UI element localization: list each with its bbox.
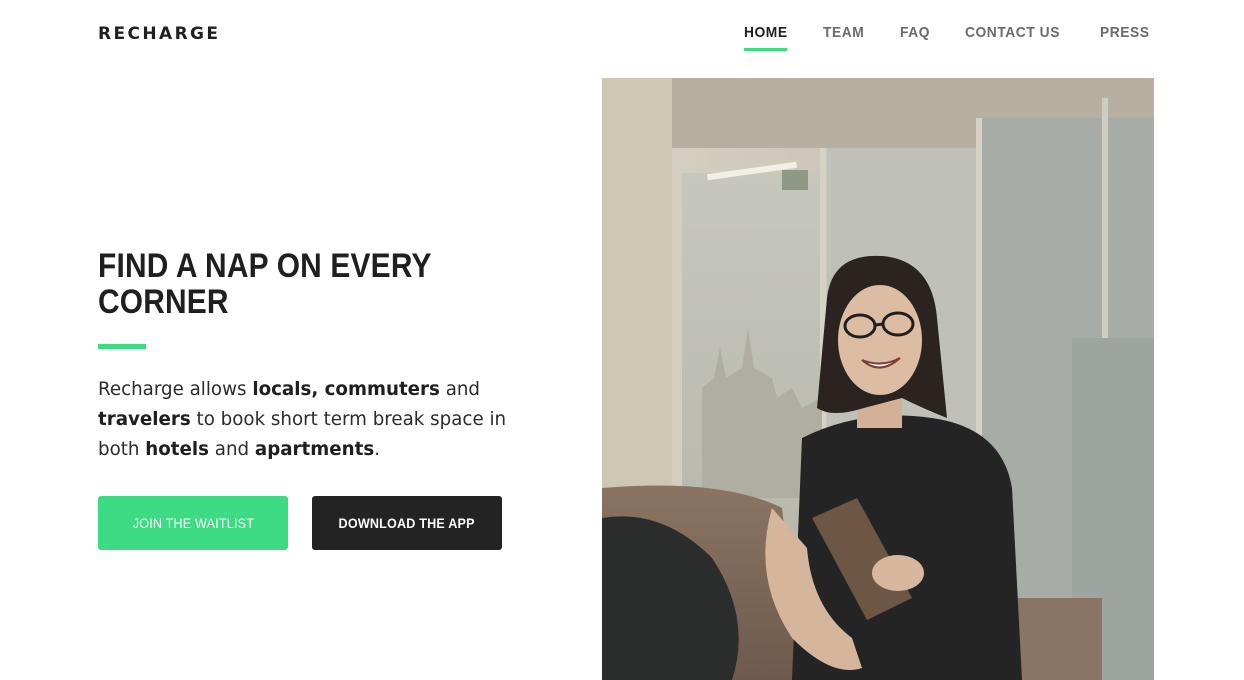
desc-bold-travelers: travelers — [98, 408, 191, 430]
desc-bold-apartments: apartments — [254, 438, 375, 460]
hero-photo — [602, 78, 1154, 680]
page: RECHARGE HOME TEAM FAQ CONTACT US PRESS … — [0, 0, 1244, 680]
logo[interactable]: RECHARGE — [98, 24, 220, 44]
hero-description: Recharge allows locals, commuters and tr… — [98, 374, 511, 464]
nav-team[interactable]: TEAM — [823, 24, 864, 51]
hero-photo-illustration — [602, 78, 1154, 680]
desc-text-5: . — [374, 438, 381, 460]
desc-text-1: Recharge allows — [98, 378, 253, 400]
nav-contact-us[interactable]: CONTACT US — [965, 24, 1060, 51]
join-waitlist-button[interactable]: JOIN THE WAITLIST — [98, 496, 288, 550]
title-accent-bar — [98, 344, 146, 349]
hero-title: FIND A NAP ON EVERY CORNER — [98, 247, 432, 321]
download-app-button[interactable]: DOWNLOAD THE APP — [312, 496, 502, 550]
nav-press[interactable]: PRESS — [1100, 24, 1150, 51]
desc-bold-locals-commuters: locals, commuters — [252, 378, 440, 400]
nav-home[interactable]: HOME — [743, 24, 788, 51]
join-waitlist-label: JOIN THE WAITLIST — [132, 515, 254, 531]
desc-text-4: and — [208, 438, 255, 460]
download-app-label: DOWNLOAD THE APP — [338, 515, 476, 531]
main-nav: HOME TEAM FAQ CONTACT US PRESS — [743, 24, 1154, 51]
desc-bold-hotels: hotels — [145, 438, 209, 460]
desc-text-2: and — [439, 378, 481, 400]
nav-faq[interactable]: FAQ — [900, 24, 930, 51]
